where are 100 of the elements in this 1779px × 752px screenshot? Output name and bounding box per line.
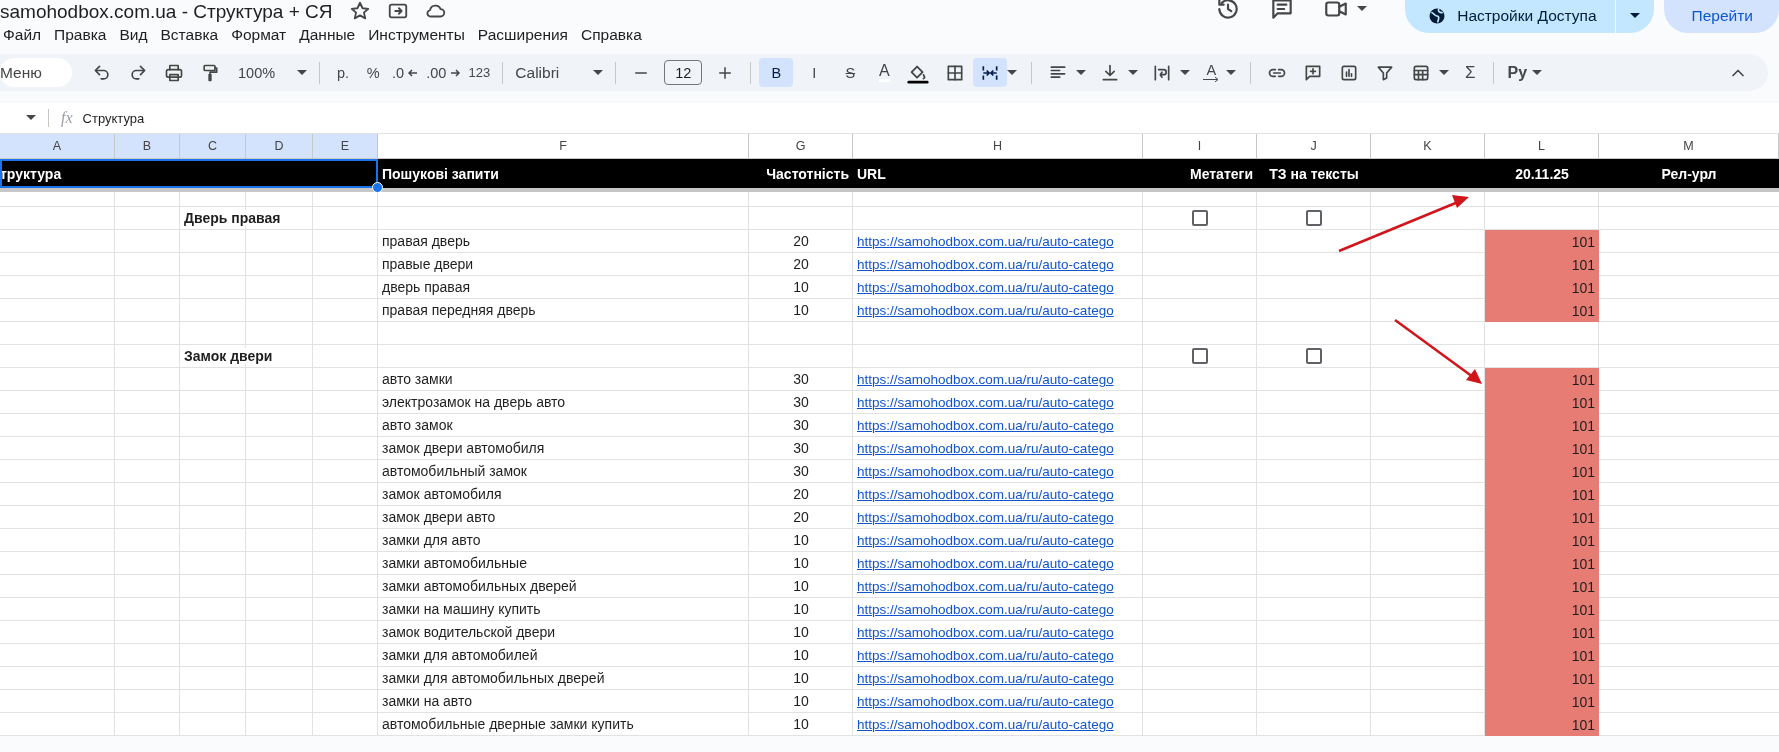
url-link[interactable]: https://samohodbox.com.ua/ru/auto-catego xyxy=(857,440,1114,456)
column-header[interactable]: C xyxy=(180,134,246,159)
url-link[interactable]: https://samohodbox.com.ua/ru/auto-catego xyxy=(857,532,1114,548)
merge-cells-button[interactable] xyxy=(973,58,1008,87)
bold-button[interactable]: B xyxy=(759,58,794,87)
column-header[interactable]: K xyxy=(1371,134,1485,159)
position-cell: 101 xyxy=(1485,621,1599,644)
decrease-decimals-button[interactable]: .0 xyxy=(388,58,423,87)
column-header[interactable]: E xyxy=(313,134,378,159)
menu-search-field[interactable]: Меню xyxy=(0,58,72,87)
frequency-value: 20 xyxy=(793,233,809,249)
column-header[interactable]: J xyxy=(1257,134,1371,159)
url-link[interactable]: https://samohodbox.com.ua/ru/auto-catego xyxy=(857,555,1114,571)
increase-decimals-button[interactable]: .00 xyxy=(422,58,465,87)
column-header[interactable]: L xyxy=(1485,134,1599,159)
url-link[interactable]: https://samohodbox.com.ua/ru/auto-catego xyxy=(857,302,1114,318)
caret-icon[interactable] xyxy=(1180,69,1191,76)
menu-item[interactable]: Вид xyxy=(115,24,156,46)
url-link[interactable]: https://samohodbox.com.ua/ru/auto-catego xyxy=(857,233,1114,249)
star-icon[interactable] xyxy=(348,0,371,22)
percent-format-button[interactable]: % xyxy=(358,58,389,87)
column-header[interactable]: G xyxy=(749,134,853,159)
url-link[interactable]: https://samohodbox.com.ua/ru/auto-catego xyxy=(857,578,1114,594)
url-link[interactable]: https://samohodbox.com.ua/ru/auto-catego xyxy=(857,624,1114,640)
column-header[interactable]: A xyxy=(0,134,115,159)
number-format-button[interactable]: 123 xyxy=(464,58,495,87)
query-text: замки автомобильных дверей xyxy=(382,578,577,594)
menu-item[interactable]: Файл xyxy=(0,24,50,46)
arrow-icon xyxy=(1203,77,1220,82)
query-text: замок автомобиля xyxy=(382,486,502,502)
checkbox[interactable] xyxy=(1306,210,1322,226)
menu-item[interactable]: Данные xyxy=(295,24,364,46)
url-link[interactable]: https://samohodbox.com.ua/ru/auto-catego xyxy=(857,486,1114,502)
url-link[interactable]: https://samohodbox.com.ua/ru/auto-catego xyxy=(857,509,1114,525)
url-link[interactable]: https://samohodbox.com.ua/ru/auto-catego xyxy=(857,394,1114,410)
url-link[interactable]: https://samohodbox.com.ua/ru/auto-catego xyxy=(857,279,1114,295)
url-link[interactable]: https://samohodbox.com.ua/ru/auto-catego xyxy=(857,371,1114,387)
url-link[interactable]: https://samohodbox.com.ua/ru/auto-catego xyxy=(857,256,1114,272)
url-link[interactable]: https://samohodbox.com.ua/ru/auto-catego xyxy=(857,417,1114,433)
caret-icon[interactable] xyxy=(1007,69,1018,76)
zoom-dropdown[interactable]: 100% xyxy=(234,58,312,87)
query-text: замок двери авто xyxy=(382,509,496,525)
checkbox[interactable] xyxy=(1192,210,1208,226)
query-text: замки на авто xyxy=(382,693,473,709)
frequency-value: 10 xyxy=(793,716,809,732)
query-text: правая дверь xyxy=(382,233,470,249)
url-link[interactable]: https://samohodbox.com.ua/ru/auto-catego xyxy=(857,601,1114,617)
url-link[interactable]: https://samohodbox.com.ua/ru/auto-catego xyxy=(857,670,1114,686)
column-header[interactable]: B xyxy=(115,134,180,159)
menu-item[interactable]: Справка xyxy=(577,24,650,46)
caret-icon[interactable] xyxy=(1357,6,1368,12)
text-rotation-button[interactable]: A xyxy=(1196,58,1227,87)
undo-icon[interactable] xyxy=(92,62,112,83)
checkbox[interactable] xyxy=(1306,348,1322,364)
print-icon[interactable] xyxy=(164,62,184,83)
font-dropdown[interactable]: Calibri xyxy=(511,58,608,87)
function-icon: fx xyxy=(61,109,73,127)
checkbox[interactable] xyxy=(1192,348,1208,364)
column-header[interactable]: M xyxy=(1599,134,1779,159)
formula-content[interactable]: Структура xyxy=(82,110,145,126)
menu-item[interactable]: Инструменты xyxy=(364,24,473,46)
italic-button[interactable]: I xyxy=(797,58,832,87)
column-header[interactable]: D xyxy=(246,134,313,159)
column-header[interactable]: F xyxy=(378,134,749,159)
caret-icon[interactable] xyxy=(1532,69,1543,76)
position-cell: 101 xyxy=(1485,414,1599,437)
position-cell: 101 xyxy=(1485,437,1599,460)
column-header[interactable]: H xyxy=(853,134,1143,159)
query-text: замки для авто xyxy=(382,532,481,548)
caret-icon[interactable] xyxy=(1128,69,1139,76)
caret-icon[interactable] xyxy=(1226,69,1237,76)
url-heading: URL xyxy=(857,165,886,182)
font-size-field[interactable]: 12 xyxy=(664,60,703,85)
caret-icon[interactable] xyxy=(1439,69,1450,76)
menu-item[interactable]: Правка xyxy=(50,24,115,46)
frequency-value: 10 xyxy=(793,601,809,617)
url-link[interactable]: https://samohodbox.com.ua/ru/auto-catego xyxy=(857,716,1114,732)
menu-item[interactable]: Расширения xyxy=(473,24,576,46)
redo-icon[interactable] xyxy=(128,62,148,83)
currency-format-button[interactable]: р. xyxy=(328,58,359,87)
position-cell: 101 xyxy=(1485,644,1599,667)
menu-item[interactable]: Формат xyxy=(227,24,295,46)
url-link[interactable]: https://samohodbox.com.ua/ru/auto-catego xyxy=(857,463,1114,479)
position-cell: 101 xyxy=(1485,506,1599,529)
text-color-button[interactable]: A xyxy=(869,58,900,87)
strikethrough-button[interactable]: S xyxy=(835,58,866,87)
position-cell: 101 xyxy=(1485,483,1599,506)
caret-icon[interactable] xyxy=(26,115,36,121)
paint-format-icon[interactable] xyxy=(200,62,220,83)
url-link[interactable]: https://samohodbox.com.ua/ru/auto-catego xyxy=(857,647,1114,663)
frequency-value: 10 xyxy=(793,578,809,594)
column-header[interactable]: I xyxy=(1143,134,1257,159)
caret-icon[interactable] xyxy=(1076,69,1087,76)
position-cell: 101 xyxy=(1485,230,1599,253)
menu-item[interactable]: Вставка xyxy=(156,24,227,46)
url-link[interactable]: https://samohodbox.com.ua/ru/auto-catego xyxy=(857,693,1114,709)
input-tools-button[interactable]: Ру xyxy=(1502,58,1533,87)
go-button[interactable]: Перейти xyxy=(1663,0,1779,33)
related-url-heading: Рел-урл xyxy=(1661,165,1717,182)
functions-button[interactable]: Σ xyxy=(1455,58,1486,87)
